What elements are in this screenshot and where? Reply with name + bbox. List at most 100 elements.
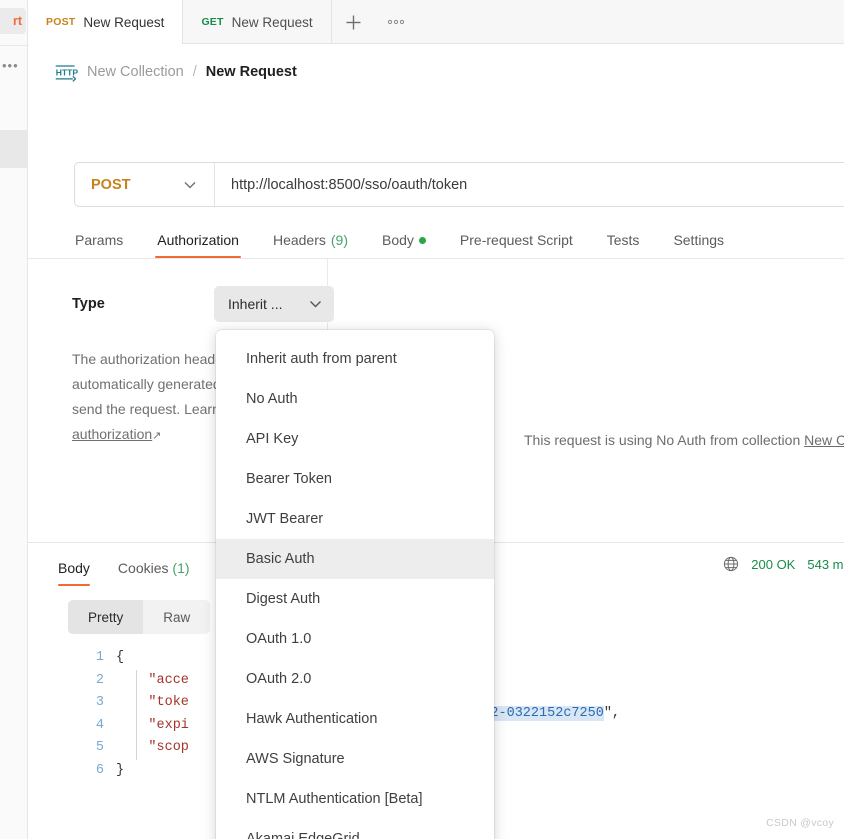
http-method-select[interactable]: POST bbox=[75, 163, 215, 206]
inherited-auth-collection-link[interactable]: New Collection bbox=[804, 432, 844, 448]
import-button[interactable]: rt bbox=[0, 8, 26, 34]
json-key: "scop bbox=[148, 740, 189, 755]
json-key: "acce bbox=[148, 672, 189, 688]
tab-bar-filler bbox=[415, 0, 844, 43]
view-mode-pretty[interactable]: Pretty bbox=[68, 600, 144, 634]
breadcrumb-separator: / bbox=[192, 64, 197, 80]
more-horizontal-icon[interactable]: ••• bbox=[2, 59, 19, 72]
body-present-dot-icon bbox=[418, 236, 426, 244]
tab-options-button[interactable] bbox=[376, 0, 416, 44]
request-tab-method: POST bbox=[46, 16, 76, 28]
request-tab-get[interactable]: GET New Request bbox=[183, 0, 332, 44]
import-button-label: rt bbox=[12, 14, 22, 28]
url-bar: POST http://localhost:8500/sso/oauth/tok… bbox=[74, 162, 844, 207]
tab-label: Headers bbox=[272, 232, 326, 248]
response-tab-body[interactable]: Body bbox=[58, 560, 104, 586]
inherited-auth-note: This request is using No Auth from colle… bbox=[524, 432, 844, 448]
new-tab-button[interactable] bbox=[332, 0, 376, 44]
tab-pre-request-script[interactable]: Pre-request Script bbox=[443, 232, 590, 258]
request-tab-method: GET bbox=[201, 16, 224, 28]
line-number: 6 bbox=[95, 762, 104, 778]
left-sidebar-strip: rt ••• bbox=[0, 0, 28, 839]
svg-text:HTTP: HTTP bbox=[56, 67, 78, 77]
tab-tests[interactable]: Tests bbox=[590, 232, 657, 258]
option-label: Digest Auth bbox=[246, 591, 321, 607]
breadcrumb-current[interactable]: New Request bbox=[206, 64, 297, 80]
postman-window: rt ••• POST New Request GET New Request bbox=[0, 0, 844, 839]
response-time: 543 ms bbox=[807, 556, 844, 572]
tab-label: Settings bbox=[673, 232, 725, 248]
chevron-down-icon bbox=[184, 178, 196, 192]
plus-icon bbox=[346, 15, 361, 29]
auth-type-value: Inherit ... bbox=[228, 296, 283, 312]
auth-option-inherit[interactable]: Inherit auth from parent bbox=[216, 339, 494, 379]
auth-option-bearer-token[interactable]: Bearer Token bbox=[216, 459, 494, 499]
auth-type-label: Type bbox=[72, 296, 105, 312]
auth-option-api-key[interactable]: API Key bbox=[216, 419, 494, 459]
globe-icon[interactable] bbox=[723, 556, 739, 572]
request-tab-post[interactable]: POST New Request bbox=[28, 0, 184, 44]
option-label: No Auth bbox=[246, 391, 298, 407]
http-method-value: POST bbox=[91, 176, 131, 193]
option-label: API Key bbox=[246, 431, 299, 447]
breadcrumb-collection[interactable]: New Collection bbox=[87, 64, 184, 80]
auth-option-ntlm[interactable]: NTLM Authentication [Beta] bbox=[216, 779, 494, 819]
option-label: NTLM Authentication [Beta] bbox=[246, 791, 423, 807]
option-label: Basic Auth bbox=[246, 551, 315, 567]
auth-option-basic-auth[interactable]: Basic Auth bbox=[216, 539, 494, 579]
response-tab-cookies[interactable]: Cookies (1) bbox=[104, 560, 204, 586]
request-tab-name: New Request bbox=[231, 14, 313, 30]
tab-label: Cookies bbox=[117, 560, 169, 576]
response-status-bar: 200 OK 543 ms bbox=[723, 556, 844, 572]
url-input[interactable]: http://localhost:8500/sso/oauth/token bbox=[215, 163, 844, 206]
auth-option-oauth-1[interactable]: OAuth 1.0 bbox=[216, 619, 494, 659]
option-label: Bearer Token bbox=[246, 471, 332, 487]
more-horizontal-icon bbox=[387, 19, 404, 25]
auth-type-row: Type Inherit ... bbox=[72, 286, 334, 322]
auth-option-oauth-2[interactable]: OAuth 2.0 bbox=[216, 659, 494, 699]
tab-params[interactable]: Params bbox=[58, 232, 140, 258]
response-section-tabs: Body Cookies (1) bbox=[58, 552, 204, 586]
sidebar-selected-item[interactable] bbox=[0, 130, 28, 168]
request-main-pane: HTTP New Collection / New Request POST h… bbox=[28, 44, 844, 839]
option-label: Inherit auth from parent bbox=[246, 351, 397, 367]
option-label: OAuth 1.0 bbox=[246, 631, 312, 647]
response-view-mode-group: Pretty Raw bbox=[68, 600, 211, 634]
auth-option-hawk[interactable]: Hawk Authentication bbox=[216, 699, 494, 739]
auth-type-select[interactable]: Inherit ... bbox=[214, 286, 334, 322]
view-mode-label: Raw bbox=[163, 609, 191, 625]
auth-option-aws-signature[interactable]: AWS Signature bbox=[216, 739, 494, 779]
auth-learn-more-link[interactable]: authorization bbox=[72, 426, 152, 442]
auth-type-dropdown-menu[interactable]: Inherit auth from parent No Auth API Key… bbox=[216, 330, 494, 839]
auth-option-akamai-edgegrid[interactable]: Akamai EdgeGrid bbox=[216, 819, 494, 839]
option-label: JWT Bearer bbox=[246, 511, 324, 527]
line-number: 3 bbox=[95, 695, 104, 710]
watermark: CSDN @vcoy bbox=[766, 817, 834, 829]
tab-label: Body bbox=[58, 560, 90, 576]
tab-label: Tests bbox=[606, 232, 640, 248]
inherited-auth-note-text: This request is using No Auth from colle… bbox=[524, 432, 805, 448]
json-key: "toke bbox=[148, 695, 189, 710]
url-input-value: http://localhost:8500/sso/oauth/token bbox=[231, 176, 468, 193]
auth-option-digest-auth[interactable]: Digest Auth bbox=[216, 579, 494, 619]
tab-headers[interactable]: Headers (9) bbox=[256, 232, 365, 258]
auth-option-no-auth[interactable]: No Auth bbox=[216, 379, 494, 419]
line-number: 5 bbox=[95, 740, 104, 755]
line-number: 1 bbox=[95, 650, 104, 665]
response-status-code: 200 OK bbox=[751, 556, 796, 572]
request-section-tabs: Params Authorization Headers (9) Body Pr… bbox=[58, 224, 844, 258]
view-mode-label: Pretty bbox=[88, 609, 124, 625]
code-fold-rail bbox=[136, 670, 137, 760]
tab-body[interactable]: Body bbox=[365, 232, 443, 258]
tab-label: Body bbox=[382, 232, 414, 248]
auth-option-jwt-bearer[interactable]: JWT Bearer bbox=[216, 499, 494, 539]
request-tab-name: New Request bbox=[83, 14, 165, 30]
tab-settings[interactable]: Settings bbox=[656, 232, 741, 258]
line-number: 4 bbox=[95, 717, 104, 733]
tab-label: Params bbox=[75, 232, 124, 248]
json-key: "expi bbox=[148, 717, 189, 733]
tab-authorization[interactable]: Authorization bbox=[140, 232, 256, 258]
tab-count: (1) bbox=[172, 560, 190, 576]
option-label: AWS Signature bbox=[246, 751, 345, 767]
view-mode-raw[interactable]: Raw bbox=[143, 600, 210, 634]
